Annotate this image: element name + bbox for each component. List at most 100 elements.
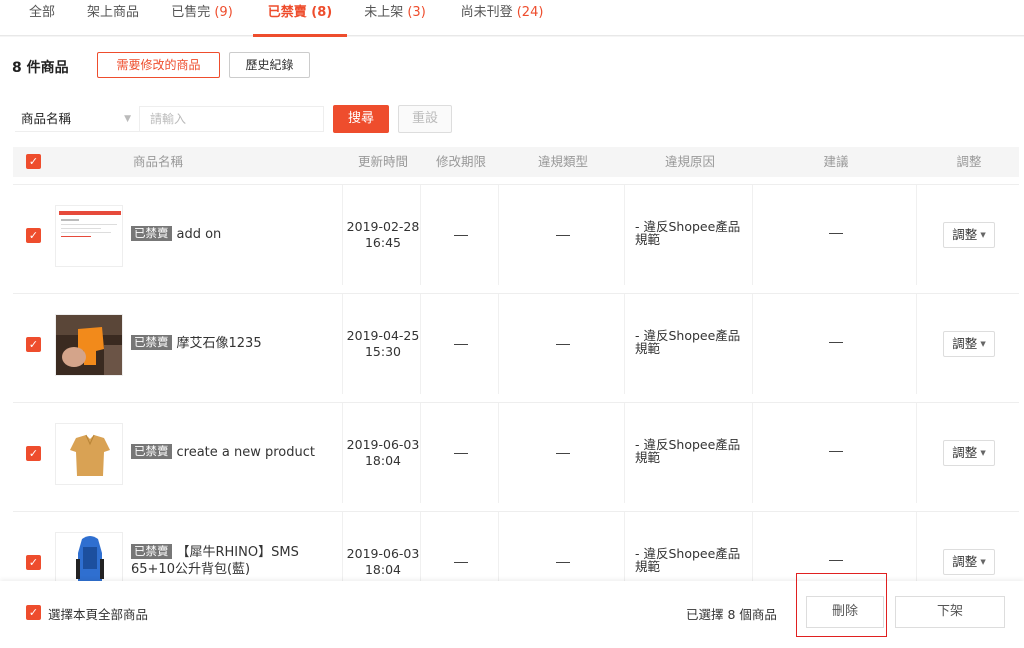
tab-unlisted[interactable]: 未上架 (3) (361, 0, 429, 36)
adjust-cell: 調整 ▼ (919, 512, 1019, 582)
col-header-deadline: 修改期限 (435, 154, 486, 169)
select-page-checkbox[interactable]: ✓ (26, 605, 41, 620)
col-header-suggestion: 建議 (823, 154, 849, 169)
suggestion-cell (755, 512, 917, 582)
product-cell: ✓ 已禁賣 create a new product (13, 403, 343, 503)
adjust-cell: 調整 ▼ (919, 185, 1019, 285)
reason-cell: - 違反Shopee產品規範 (627, 294, 753, 394)
bulk-action-bar: ✓ 選擇本頁全部商品 已選擇 8 個商品 刪除 下架 (0, 573, 1024, 648)
empty-dash (454, 453, 468, 454)
banned-badge: 已禁賣 (131, 444, 172, 459)
table-row: ✓ 已禁賣 add on 2019-02-28 16:45 - 違反Shopee… (13, 184, 1019, 285)
delete-button[interactable]: 刪除 (806, 596, 884, 628)
deadline-cell (423, 512, 499, 582)
search-field-select[interactable]: 商品名稱 ▼ (15, 106, 139, 132)
col-header-type: 違規類型 (537, 154, 588, 169)
caret-down-icon: ▼ (980, 231, 986, 239)
banned-badge: 已禁賣 (131, 544, 172, 559)
updated-date: 2019-06-03 (346, 546, 420, 561)
product-cell: ✓ 已禁賣 add on (13, 185, 343, 285)
selected-count: 已選擇 8 個商品 (686, 607, 777, 622)
product-title: add on (176, 227, 222, 242)
adjust-dropdown-button[interactable]: 調整 ▼ (943, 440, 995, 466)
status-tabs: 全部 架上商品 已售完 (9) 已禁賣 (8) 未上架 (3) 尚未刊登 (24… (0, 0, 1024, 37)
tab-label: 全部 (28, 5, 55, 20)
product-thumbnail (55, 314, 123, 376)
select-page-label[interactable]: 選擇本頁全部商品 (48, 604, 148, 623)
type-cell (501, 185, 625, 285)
row-checkbox[interactable]: ✓ (26, 446, 41, 461)
tab-banned[interactable]: 已禁賣 (8) (253, 0, 347, 37)
caret-down-icon: ▼ (980, 449, 986, 457)
updated-time: 18:04 (364, 453, 402, 468)
updated-cell: 2019-04-25 15:30 (345, 294, 421, 394)
tab-count: (9) (214, 5, 233, 20)
history-button[interactable]: 歷史紀錄 (229, 52, 310, 78)
col-header-reason: 違規原因 (664, 154, 715, 169)
tab-count: (8) (311, 5, 333, 20)
product-management-page: 全部 架上商品 已售完 (9) 已禁賣 (8) 未上架 (3) 尚未刊登 (24… (0, 0, 1024, 648)
row-checkbox[interactable]: ✓ (26, 555, 41, 570)
updated-time: 18:04 (364, 562, 402, 577)
product-thumbnail (55, 423, 123, 485)
tab-drafts[interactable]: 尚未刊登 (24) (457, 0, 547, 36)
tab-count: (24) (516, 5, 544, 20)
caret-down-icon: ▼ (980, 340, 986, 348)
updated-date: 2019-02-28 (346, 219, 420, 234)
adjust-label: 調整 (952, 227, 978, 242)
select-all-checkbox[interactable]: ✓ (26, 154, 41, 169)
reason-cell: - 違反Shopee產品規範 (627, 185, 753, 285)
table-header: ✓ 商品名稱 更新時間 修改期限 違規類型 違規原因 建議 調整 (13, 147, 1019, 177)
row-checkbox[interactable]: ✓ (26, 228, 41, 243)
type-cell (501, 294, 625, 394)
empty-dash (556, 562, 570, 563)
violation-reason: - 違反Shopee產品規範 (635, 546, 741, 574)
product-thumbnail (55, 205, 123, 267)
search-input[interactable] (139, 106, 324, 132)
table-row: ✓ 已禁賣 create a new product 2019-06-03 18:… (13, 402, 1019, 503)
col-header-name: 商品名稱 (132, 154, 183, 169)
empty-dash (556, 453, 570, 454)
empty-dash (829, 560, 843, 561)
unlist-button[interactable]: 下架 (895, 596, 1005, 628)
empty-dash (556, 344, 570, 345)
tab-sold-out[interactable]: 已售完 (9) (169, 0, 235, 36)
table-row: ✓ 已禁賣 【犀牛RHINO】SMS 65+10公升背包(藍) 2019-06-0… (13, 511, 1019, 582)
violation-reason: - 違反Shopee產品規範 (635, 219, 741, 247)
suggestion-cell (755, 185, 917, 285)
updated-cell: 2019-06-03 18:04 (345, 403, 421, 503)
empty-dash (454, 344, 468, 345)
adjust-dropdown-button[interactable]: 調整 ▼ (943, 331, 995, 357)
product-count: 8 件商品 (12, 60, 69, 76)
adjust-label: 調整 (952, 445, 978, 460)
tab-all[interactable]: 全部 (27, 0, 57, 36)
tab-label: 尚未刊登 (460, 5, 513, 20)
adjust-dropdown-button[interactable]: 調整 ▼ (943, 222, 995, 248)
adjust-label: 調整 (952, 336, 978, 351)
tab-label: 未上架 (364, 5, 404, 20)
col-header-adjust: 調整 (956, 154, 982, 169)
row-checkbox[interactable]: ✓ (26, 337, 41, 352)
needs-edit-filter-button[interactable]: 需要修改的商品 (97, 52, 220, 78)
deadline-cell (423, 403, 499, 503)
product-name[interactable]: 已禁賣 【犀牛RHINO】SMS 65+10公升背包(藍) (131, 544, 331, 578)
product-title: create a new product (176, 445, 316, 460)
product-name[interactable]: 已禁賣 摩艾石像1235 (131, 335, 331, 352)
col-header-updated: 更新時間 (357, 154, 408, 169)
product-name[interactable]: 已禁賣 create a new product (131, 444, 331, 461)
caret-down-icon: ▼ (980, 558, 986, 566)
tab-label: 已禁賣 (267, 5, 307, 20)
search-field-label: 商品名稱 (21, 111, 72, 126)
product-title: 摩艾石像1235 (176, 336, 262, 351)
adjust-dropdown-button[interactable]: 調整 ▼ (943, 549, 995, 575)
reset-button[interactable]: 重設 (398, 105, 452, 133)
tab-count: (3) (407, 5, 426, 20)
deadline-cell (423, 294, 499, 394)
product-name[interactable]: 已禁賣 add on (131, 226, 331, 243)
updated-date: 2019-04-25 (346, 328, 420, 343)
search-button[interactable]: 搜尋 (333, 105, 389, 133)
updated-time: 15:30 (364, 344, 402, 359)
tab-live[interactable]: 架上商品 (85, 0, 141, 36)
violation-reason: - 違反Shopee產品規範 (635, 328, 741, 356)
tab-label: 架上商品 (86, 5, 139, 20)
